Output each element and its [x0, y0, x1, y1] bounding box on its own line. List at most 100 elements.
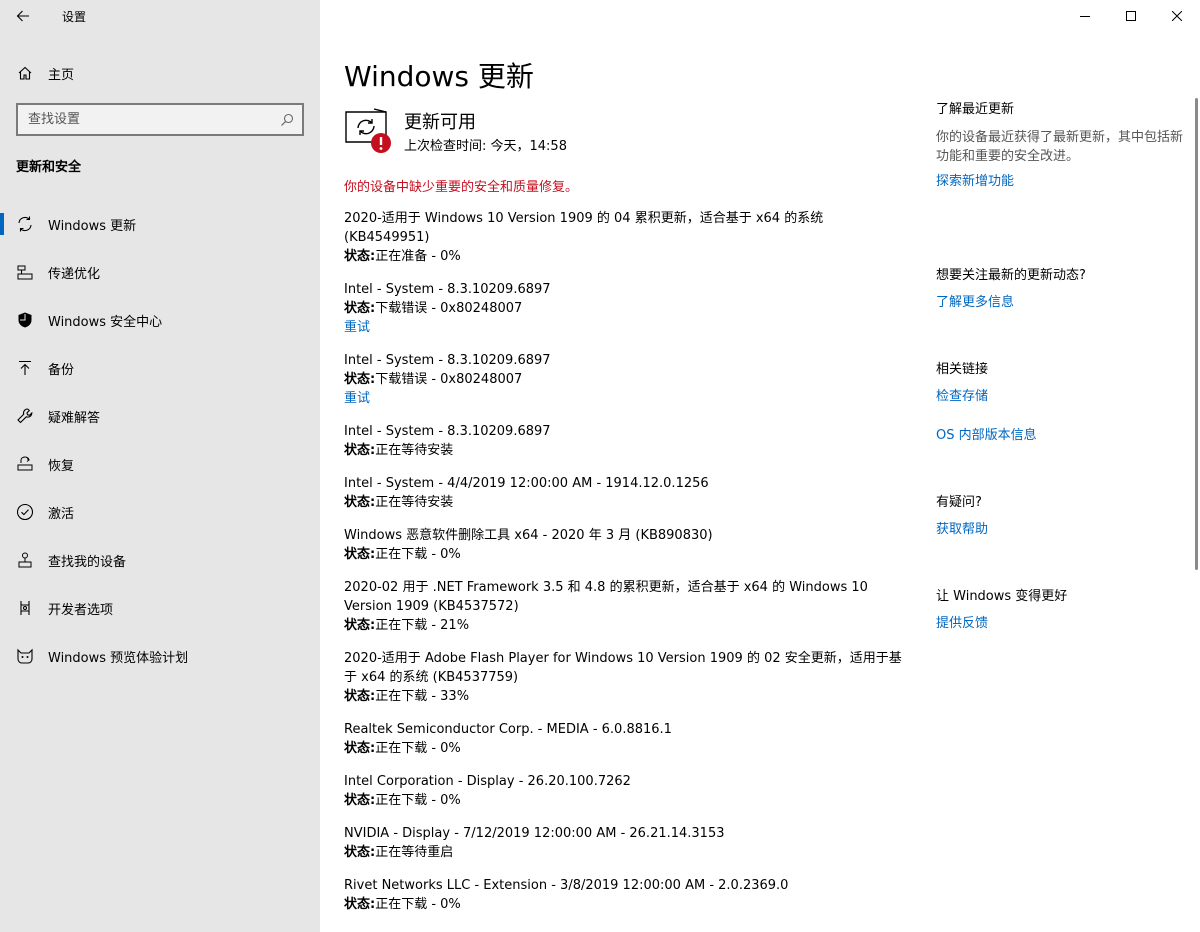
- update-item: Intel - System - 8.3.10209.6897 状态:下载错误 …: [344, 280, 904, 337]
- delivery-optimization-icon: [16, 263, 34, 281]
- sidebar-nav: Windows 更新 传递优化 Windows 安全中心 备份 疑难解答 恢复 …: [0, 200, 320, 680]
- status-heading: 更新可用: [404, 112, 476, 133]
- recent-updates-text: 你的设备最近获得了最新更新，其中包括新功能和重要的安全改进。: [936, 130, 1184, 164]
- update-name: 2020-适用于 Adobe Flash Player for Windows …: [344, 651, 902, 685]
- sidebar-item-label: 开发者选项: [48, 602, 114, 618]
- state-label: 状态:: [344, 793, 376, 808]
- state-value: 正在下载 - 0%: [375, 547, 461, 562]
- title-bar: 设置: [0, 0, 320, 32]
- state-label: 状态:: [344, 495, 376, 510]
- window-controls: [1062, 0, 1200, 32]
- shield-icon: [16, 311, 34, 329]
- wrench-icon: [16, 407, 34, 425]
- state-label: 状态:: [344, 845, 376, 860]
- state-value: 正在等待重启: [375, 845, 454, 860]
- update-item: Windows 恶意软件删除工具 x64 - 2020 年 3 月 (KB890…: [344, 526, 904, 564]
- update-name: Windows 恶意软件删除工具 x64 - 2020 年 3 月 (KB890…: [344, 528, 713, 543]
- update-state: 状态:正在等待安装: [344, 441, 904, 460]
- search-input[interactable]: [28, 112, 268, 127]
- state-label: 状态:: [344, 547, 376, 562]
- sidebar-item-windows-insider[interactable]: Windows 预览体验计划: [0, 632, 320, 680]
- close-button[interactable]: [1154, 0, 1200, 32]
- update-list: 2020-适用于 Windows 10 Version 1909 的 04 累积…: [344, 209, 904, 928]
- get-help-link[interactable]: 获取帮助: [936, 520, 1186, 540]
- state-value: 下载错误 - 0x80248007: [375, 372, 523, 387]
- update-state: 状态:下载错误 - 0x80248007: [344, 299, 904, 318]
- back-arrow-icon: [16, 10, 29, 22]
- sidebar-item-delivery-optimization[interactable]: 传递优化: [0, 248, 320, 296]
- update-name: Intel Corporation - Display - 26.20.100.…: [344, 774, 631, 789]
- os-build-info-link[interactable]: OS 内部版本信息: [936, 426, 1186, 446]
- update-state: 状态:下载错误 - 0x80248007: [344, 370, 904, 389]
- update-state: 状态:正在下载 - 21%: [344, 616, 904, 635]
- state-label: 状态:: [344, 741, 376, 756]
- back-button[interactable]: [0, 0, 46, 32]
- scrollbar[interactable]: [1195, 98, 1198, 570]
- recent-updates-heading: 了解最近更新: [936, 102, 1015, 117]
- update-state: 状态:正在下载 - 0%: [344, 545, 904, 564]
- sync-icon: [16, 215, 34, 233]
- state-value: 正在等待安装: [375, 443, 454, 458]
- state-label: 状态:: [344, 249, 376, 264]
- maximize-button[interactable]: [1108, 0, 1154, 32]
- sidebar-item-label: Windows 预览体验计划: [48, 650, 189, 666]
- check-circle-icon: [16, 503, 34, 521]
- sidebar-item-label: 备份: [48, 362, 75, 378]
- page-title: Windows 更新: [344, 60, 534, 93]
- update-item: Intel - System - 8.3.10209.6897 状态:下载错误 …: [344, 351, 904, 408]
- state-value: 正在下载 - 0%: [375, 897, 461, 912]
- sidebar-item-label: 查找我的设备: [48, 554, 127, 570]
- state-value: 正在等待安装: [375, 495, 454, 510]
- retry-link[interactable]: 重试: [344, 389, 904, 408]
- update-name: 2020-适用于 Windows 10 Version 1909 的 04 累积…: [344, 211, 824, 245]
- update-item: Intel Corporation - Display - 26.20.100.…: [344, 772, 904, 810]
- section-title: 更新和安全: [16, 160, 82, 175]
- sidebar-item-label: 传递优化: [48, 266, 101, 282]
- update-name: Intel - System - 8.3.10209.6897: [344, 282, 551, 297]
- minimize-button[interactable]: [1062, 0, 1108, 32]
- state-value: 正在下载 - 21%: [375, 618, 470, 633]
- state-value: 正在下载 - 0%: [375, 793, 461, 808]
- update-name: Intel - System - 4/4/2019 12:00:00 AM - …: [344, 476, 709, 491]
- update-available-icon: [345, 108, 391, 153]
- update-item: 2020-适用于 Windows 10 Version 1909 的 04 累积…: [344, 209, 904, 266]
- app-title: 设置: [62, 9, 87, 24]
- check-storage-link[interactable]: 检查存储: [936, 387, 1186, 407]
- update-state: 状态:正在等待安装: [344, 493, 904, 512]
- backup-arrow-icon: [16, 359, 34, 377]
- related-panel: 了解最近更新 你的设备最近获得了最新更新，其中包括新功能和重要的安全改进。 探索…: [936, 100, 1186, 634]
- update-name: Intel - System - 8.3.10209.6897: [344, 424, 551, 439]
- home-label: 主页: [48, 67, 75, 83]
- sidebar-item-windows-security[interactable]: Windows 安全中心: [0, 296, 320, 344]
- follow-updates-heading: 想要关注最新的更新动态?: [936, 268, 1086, 283]
- search-icon[interactable]: [280, 113, 294, 127]
- sidebar-item-label: Windows 安全中心: [48, 314, 163, 330]
- find-device-icon: [16, 551, 34, 569]
- sidebar-item-label: 疑难解答: [48, 410, 101, 426]
- state-label: 状态:: [344, 443, 376, 458]
- sidebar-item-recovery[interactable]: 恢复: [0, 440, 320, 488]
- sidebar-item-activation[interactable]: 激活: [0, 488, 320, 536]
- state-label: 状态:: [344, 372, 376, 387]
- sidebar-item-developer-options[interactable]: 开发者选项: [0, 584, 320, 632]
- settings-search[interactable]: [16, 103, 304, 136]
- give-feedback-link[interactable]: 提供反馈: [936, 614, 1186, 634]
- insider-cat-icon: [16, 647, 34, 665]
- developer-icon: [16, 599, 34, 617]
- sidebar-item-backup[interactable]: 备份: [0, 344, 320, 392]
- sidebar: 设置 主页 更新和安全 Windows 更新 传递优化 Windo: [0, 0, 320, 932]
- sidebar-item-find-my-device[interactable]: 查找我的设备: [0, 536, 320, 584]
- sidebar-item-label: 激活: [48, 506, 75, 522]
- retry-link[interactable]: 重试: [344, 318, 904, 337]
- update-item: 2020-适用于 Adobe Flash Player for Windows …: [344, 649, 904, 706]
- recovery-icon: [16, 455, 34, 473]
- sidebar-item-troubleshoot[interactable]: 疑难解答: [0, 392, 320, 440]
- explore-new-features-link[interactable]: 探索新增功能: [936, 172, 1186, 192]
- learn-more-link[interactable]: 了解更多信息: [936, 293, 1186, 313]
- home-icon: [17, 65, 33, 81]
- sidebar-item-windows-update[interactable]: Windows 更新: [0, 200, 320, 248]
- update-name: Rivet Networks LLC - Extension - 3/8/201…: [344, 878, 789, 893]
- sidebar-item-label: 恢复: [48, 458, 75, 474]
- home-nav-item[interactable]: 主页: [0, 56, 320, 90]
- update-state: 状态:正在下载 - 0%: [344, 791, 904, 810]
